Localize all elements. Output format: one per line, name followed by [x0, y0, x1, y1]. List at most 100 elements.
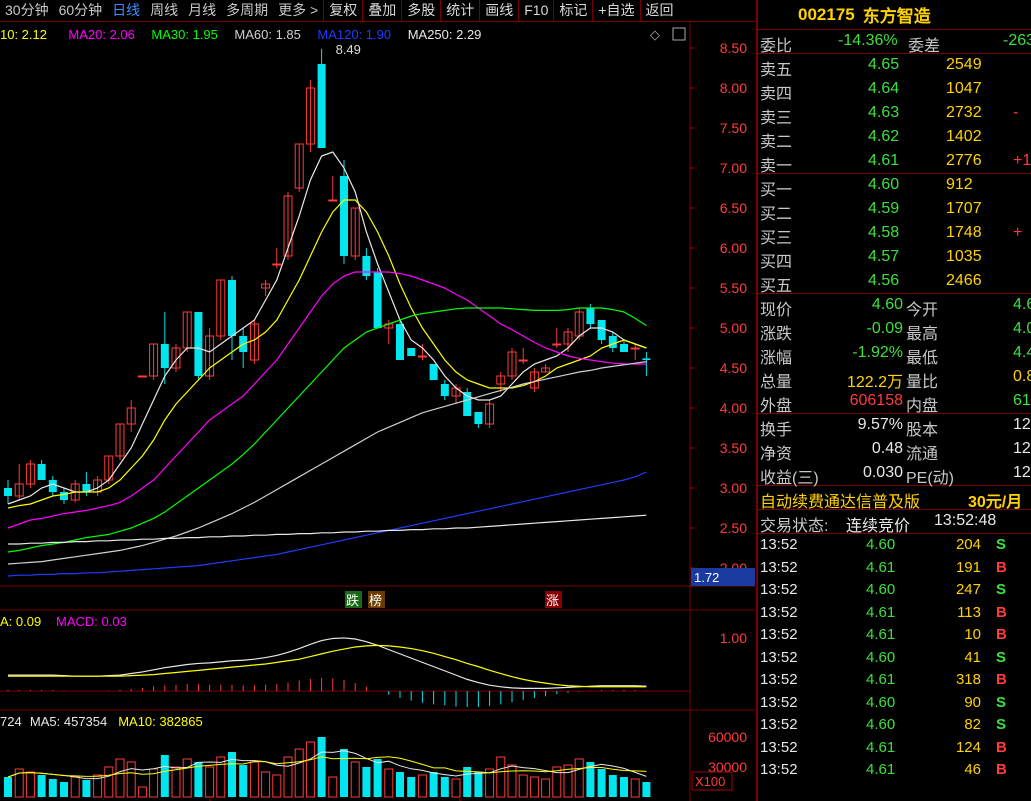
- bid-volume: 1748: [946, 224, 982, 241]
- trade-time: 13:52: [760, 761, 798, 778]
- trade-volume: 10: [964, 626, 981, 643]
- volume-bar-down: [60, 782, 68, 797]
- trade-status-row: 交易状态: 连续竞价 13:52:48: [758, 510, 1031, 535]
- ma-legend-item: MA20: 2.06: [68, 27, 134, 42]
- ask-label: 卖五: [760, 62, 793, 79]
- trade-price: 4.60: [866, 581, 896, 598]
- bid-row[interactable]: 买一 4.60 912: [758, 174, 1031, 199]
- volume-bar-up: [272, 774, 282, 798]
- stat-label: 净资: [760, 446, 793, 463]
- trade-volume: 113: [957, 603, 981, 621]
- price-axis-label: 4.50: [720, 360, 747, 376]
- candle-body-up: [552, 343, 562, 346]
- quote-label: 总量: [760, 374, 793, 391]
- bid-row[interactable]: 买三 4.58 1748 +: [758, 222, 1031, 247]
- period-daily[interactable]: 日线: [107, 0, 145, 21]
- candle-body-down: [160, 344, 169, 368]
- trade-status-value: 连续竞价: [846, 518, 911, 535]
- trade-row: 13:52 4.61 318 B: [758, 669, 1031, 692]
- trade-volume: 41: [964, 648, 981, 666]
- period-60min[interactable]: 60分钟: [54, 0, 108, 21]
- f10-button[interactable]: F10: [518, 0, 553, 21]
- ask-row[interactable]: 卖二 4.62 1402: [758, 126, 1031, 151]
- period-monthly[interactable]: 月线: [183, 0, 221, 21]
- bid-row[interactable]: 买四 4.57 1035: [758, 246, 1031, 271]
- ask-row[interactable]: 卖五 4.65 2549: [758, 54, 1031, 79]
- candle-body-down: [228, 280, 236, 336]
- trade-row: 13:52 4.61 46 B: [758, 759, 1031, 782]
- ask-row[interactable]: 卖四 4.64 1047: [758, 78, 1031, 103]
- candle-body-up: [518, 359, 528, 362]
- ma-line-ma10: [7, 199, 647, 509]
- trade-time: 13:52: [760, 558, 798, 576]
- volume-bar-up: [25, 771, 35, 798]
- quote-label: 涨幅: [760, 350, 793, 367]
- bid-label: 买四: [760, 254, 793, 271]
- trade-time: 13:52: [760, 716, 798, 733]
- stat-value2: 12.8: [1013, 416, 1031, 433]
- stat-label2: 股本: [906, 422, 939, 439]
- volume-bar-up: [126, 761, 136, 798]
- ask-row[interactable]: 卖三 4.63 2732 -: [758, 102, 1031, 127]
- volume-bar-down: [474, 772, 483, 797]
- volume-bar-up: [518, 774, 528, 798]
- kline-chart[interactable]: 8.50 8.00 7.50 7.00 6.50 6.00 5.50 5.00 4.50 4.00…: [0, 22, 755, 801]
- candle-body-down: [642, 358, 651, 360]
- bid-volume: 1035: [946, 248, 982, 265]
- promo-text: 自动续费通达信普及版: [760, 494, 921, 511]
- trade-side: B: [996, 738, 1007, 756]
- mark-button[interactable]: 标记: [553, 0, 592, 21]
- volume-bar-up: [451, 778, 461, 798]
- trade-price: 4.61: [866, 558, 896, 576]
- price-axis-label: 7.00: [720, 160, 747, 176]
- trade-price: 4.60: [866, 536, 896, 553]
- ask-price: 4.61: [868, 152, 900, 169]
- candle-body-up: [272, 263, 282, 266]
- bid-row[interactable]: 买二 4.59 1707: [758, 198, 1031, 223]
- candle-body-down: [597, 320, 606, 340]
- kline-chart-area[interactable]: 8.50 8.00 7.50 7.00 6.50 6.00 5.50 5.00 4.50 4.00…: [0, 22, 755, 801]
- period-weekly[interactable]: 周线: [145, 0, 183, 21]
- add-watchlist-button[interactable]: +自选: [592, 0, 639, 21]
- statistics-button[interactable]: 统计: [440, 0, 479, 21]
- macd-dif-line: [8, 637, 647, 690]
- quote-label2: 最低: [906, 350, 939, 367]
- ask-change: +1: [1013, 152, 1031, 169]
- period-multi[interactable]: 多周期: [221, 0, 273, 21]
- overlay-button[interactable]: 叠加: [362, 0, 401, 21]
- candle-body-down: [396, 324, 404, 360]
- bid-volume: 2466: [946, 272, 982, 289]
- ma-line-ma60: [7, 361, 647, 565]
- trade-row: 13:52 4.60 82 S: [758, 714, 1031, 737]
- period-more[interactable]: 更多 >: [273, 0, 323, 21]
- draw-line-button[interactable]: 画线: [479, 0, 518, 21]
- quote-row: 涨跌 -0.09 最高 4.0: [758, 318, 1031, 343]
- share-stats: 换手 9.57%股本 12.8 净资 0.48流通 12.8 收益(三) 0.030PE(动)…: [758, 414, 1031, 487]
- adjust-button[interactable]: 复权: [323, 0, 362, 21]
- bid-price: 4.60: [868, 176, 900, 193]
- price-axis-label: 6.50: [720, 200, 747, 216]
- quote-value: -0.09: [866, 320, 903, 337]
- stat-row: 收益(三) 0.030PE(动) 129: [758, 462, 1031, 487]
- back-button[interactable]: 返回: [639, 0, 679, 21]
- period-30min[interactable]: 30分钟: [0, 0, 54, 21]
- volume-bar-up: [294, 748, 304, 798]
- volume-bar-up: [70, 776, 80, 798]
- trade-price: 4.60: [866, 648, 896, 666]
- quote-value: 606158: [849, 392, 903, 409]
- trade-row: 13:52 4.61 124 B: [758, 737, 1031, 760]
- quote-label2: 最高: [906, 326, 939, 343]
- trade-volume: 46: [964, 761, 981, 778]
- volume-legend-item: MA10: 382865: [118, 714, 203, 729]
- trade-row: 13:52 4.61 191 B: [758, 557, 1031, 580]
- trade-price: 4.61: [866, 761, 896, 778]
- trade-time: 13:52: [760, 671, 798, 688]
- ma-line-ma120: [7, 471, 647, 577]
- multi-stock-button[interactable]: 多股: [401, 0, 440, 21]
- stat-label: 换手: [760, 422, 793, 439]
- ask-row[interactable]: 卖一 4.61 2776 +1: [758, 150, 1031, 175]
- bid-row[interactable]: 买五 4.56 2466: [758, 270, 1031, 295]
- volume-bar-down: [620, 777, 628, 797]
- volume-legend-item: MA5: 457354: [30, 714, 107, 729]
- promo-banner[interactable]: 自动续费通达信普及版 30元/月: [758, 486, 1031, 511]
